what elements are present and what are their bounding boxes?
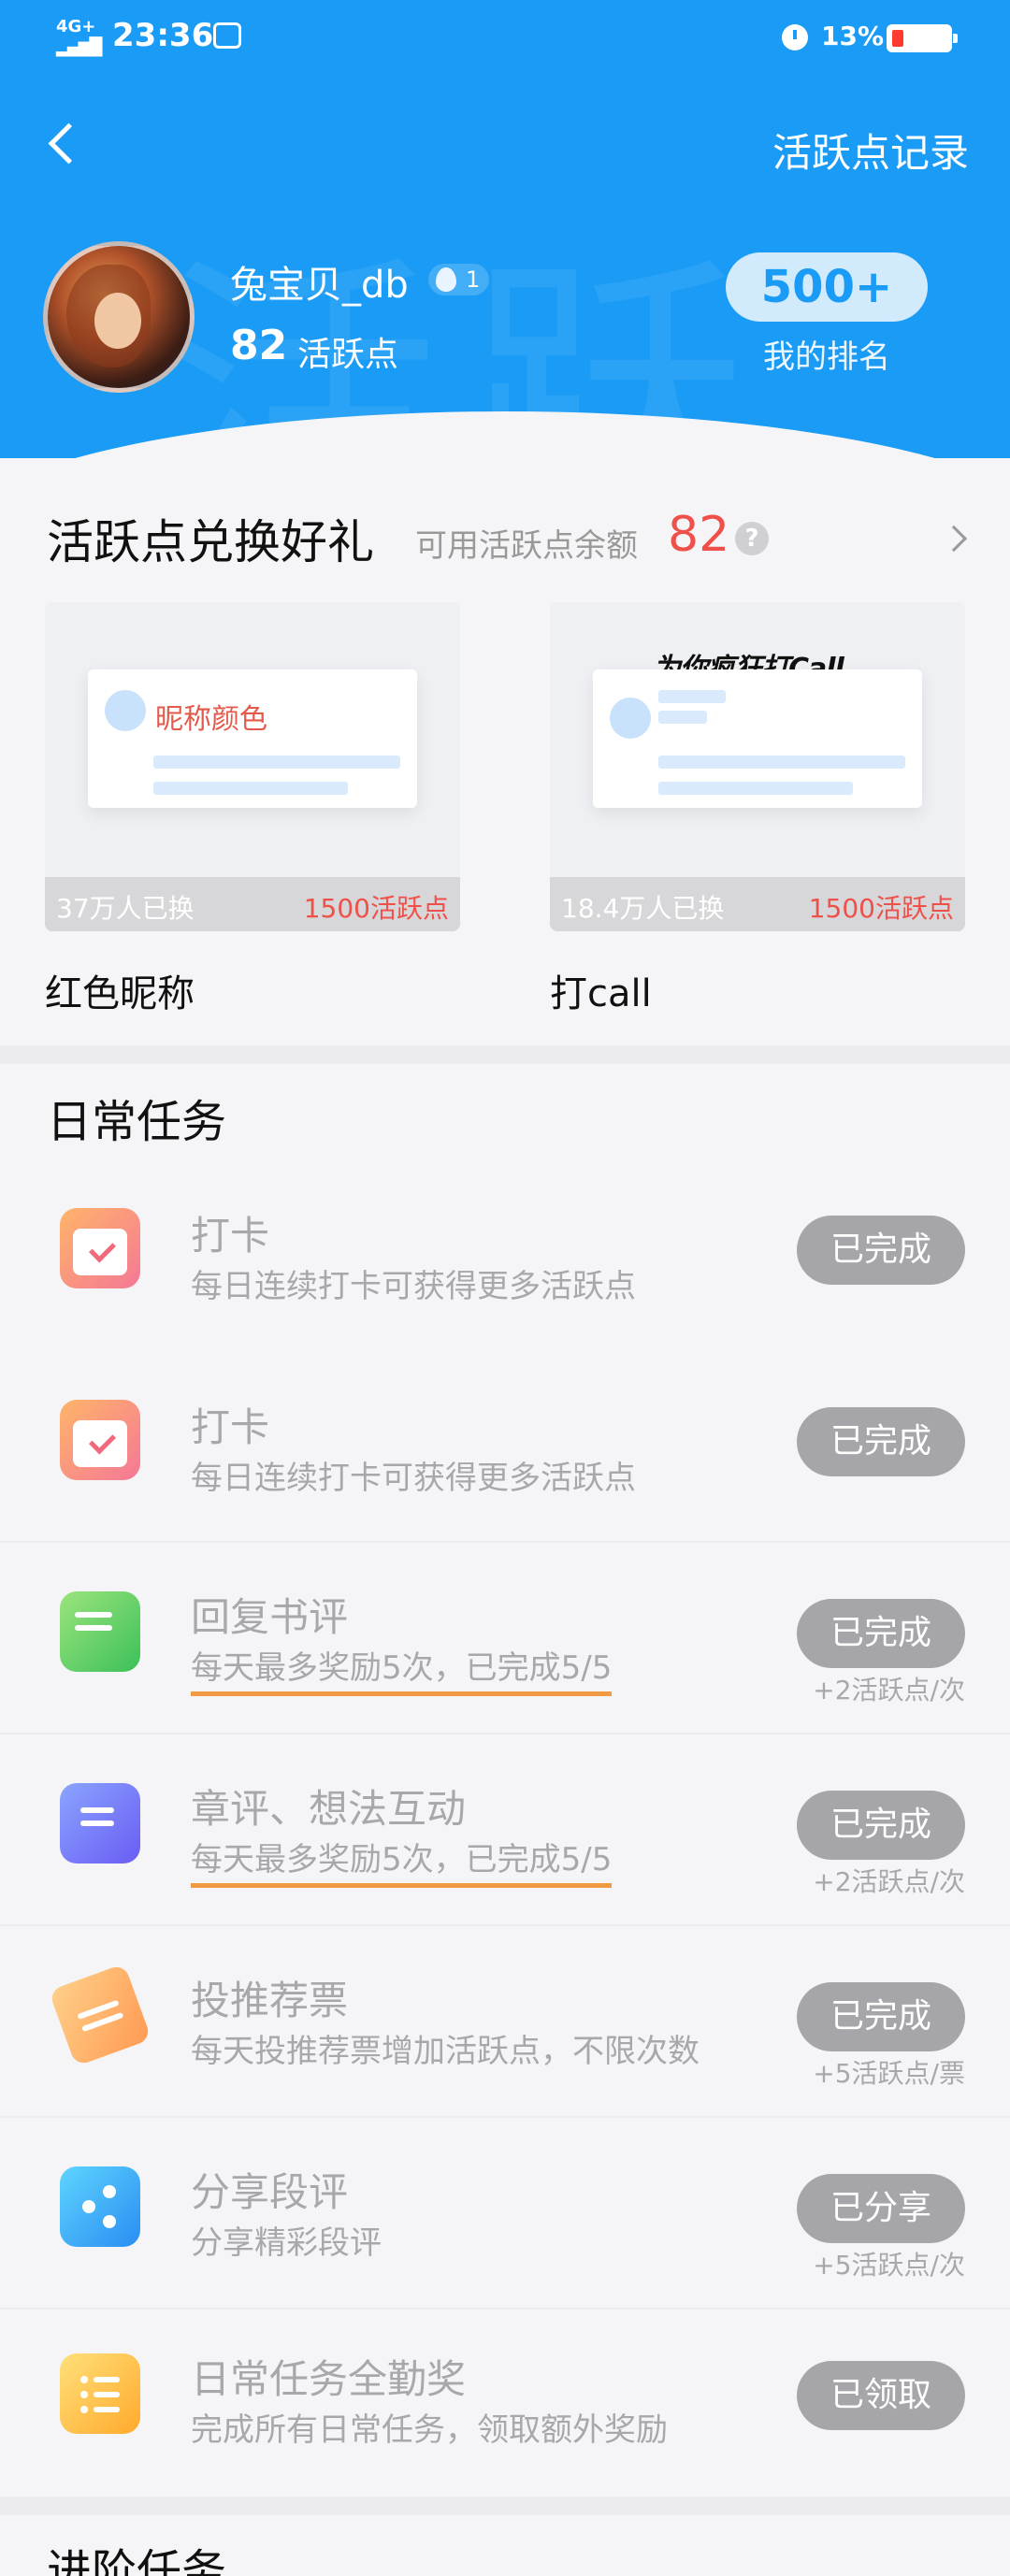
- battery-icon: [887, 24, 958, 52]
- task-subtitle: 每天最多奖励5次，已完成5/5: [191, 1834, 613, 1888]
- task-subtitle: 每天投推荐票增加活跃点，不限次数: [191, 2033, 700, 2070]
- task-row-share-comment: 分享段评 分享精彩段评 已分享 +5活跃点/次: [0, 2118, 1010, 2310]
- task-row-checkin: 打卡 每日连续打卡可获得更多活跃点 已完成: [0, 1159, 1010, 1351]
- network-indicator: 4G+ ▂▄▆█: [56, 17, 102, 57]
- gift-card-red-nickname[interactable]: 昵称颜色 37万人已换 1500活跃点: [45, 602, 460, 931]
- chevron-right-icon[interactable]: [940, 525, 968, 553]
- task-subtitle: 每日连续打卡可获得更多活跃点: [191, 1460, 636, 1497]
- task-title: 分享段评: [191, 2169, 349, 2215]
- task-title: 打卡: [191, 1213, 270, 1259]
- calendar-check-icon: [60, 1400, 140, 1480]
- header: 活跃 4G+ ▂▄▆█ 23:36 13% 活跃点记录 兔宝贝_db 1 82 …: [0, 0, 1010, 458]
- level-badge: 1: [428, 264, 490, 295]
- task-title: 回复书评: [191, 1594, 349, 1640]
- avatar-placeholder-icon: [610, 698, 651, 739]
- activity-record-link[interactable]: 活跃点记录: [772, 122, 969, 179]
- task-status-button[interactable]: 已完成: [797, 1791, 965, 1860]
- avatar-placeholder-icon: [105, 690, 146, 731]
- username: 兔宝贝_db: [230, 264, 409, 307]
- advanced-tasks-title: 进阶任务: [47, 2545, 227, 2576]
- points-value: 82: [230, 322, 288, 369]
- balance-label: 可用活跃点余额: [415, 527, 638, 565]
- gift-footer: 18.4万人已换 1500活跃点: [550, 877, 965, 931]
- task-status-button[interactable]: 已完成: [797, 1982, 965, 2051]
- task-subtitle: 每天最多奖励5次，已完成5/5: [191, 1642, 613, 1696]
- task-row-full-attendance: 日常任务全勤奖 完成所有日常任务，领取额外奖励 已领取: [0, 2305, 1010, 2497]
- level-value: 1: [466, 266, 481, 293]
- ticket-icon: [48, 1963, 152, 2067]
- balance-value: 82: [668, 507, 730, 563]
- flame-icon: [436, 267, 456, 292]
- header-curve: [0, 411, 1010, 458]
- task-reward: +5活跃点/票: [813, 2058, 965, 2089]
- rank-label: 我的排名: [763, 338, 890, 376]
- task-status-button[interactable]: 已完成: [797, 1599, 965, 1668]
- note-icon: [60, 1783, 140, 1864]
- task-subtitle: 分享精彩段评: [191, 2224, 382, 2262]
- task-title: 章评、想法互动: [191, 1786, 467, 1832]
- task-reward: +2活跃点/次: [813, 1675, 965, 1705]
- share-icon: [60, 2166, 140, 2247]
- gift-preview: [593, 669, 922, 808]
- task-title: 投推荐票: [191, 1978, 349, 2023]
- exchange-title: 活跃点兑换好礼: [47, 515, 374, 569]
- task-reward: +5活跃点/次: [813, 2250, 965, 2281]
- task-row-reply-review: 回复书评 每天最多奖励5次，已完成5/5 已完成 +2活跃点/次: [0, 1543, 1010, 1734]
- gift-price: 1500活跃点: [303, 893, 449, 924]
- section-divider: [0, 2497, 1010, 2515]
- task-subtitle: 完成所有日常任务，领取额外奖励: [191, 2411, 668, 2449]
- task-subtitle: 每日连续打卡可获得更多活跃点: [191, 1268, 636, 1305]
- help-icon[interactable]: ?: [735, 522, 769, 555]
- points-label: 活跃点: [297, 336, 399, 374]
- status-time: 23:36: [112, 17, 214, 54]
- avatar[interactable]: [43, 241, 195, 393]
- list-icon: [60, 2353, 140, 2434]
- calendar-check-icon: [60, 1208, 140, 1288]
- app-notification-icon: [213, 22, 241, 49]
- gift-name[interactable]: 打call: [550, 963, 652, 1017]
- task-status-button[interactable]: 已领取: [797, 2361, 965, 2430]
- gift-price: 1500活跃点: [808, 893, 954, 924]
- task-row-checkin: 打卡 每日连续打卡可获得更多活跃点 已完成: [0, 1351, 1010, 1543]
- task-status-button[interactable]: 已完成: [797, 1407, 965, 1476]
- task-status-button[interactable]: 已完成: [797, 1216, 965, 1285]
- status-bar: 4G+ ▂▄▆█ 23:36 13%: [0, 0, 1010, 75]
- gift-redeem-count: 18.4万人已换: [561, 893, 725, 924]
- gift-preview: 昵称颜色: [88, 669, 417, 808]
- alarm-icon: [782, 24, 808, 50]
- back-arrow-icon[interactable]: [41, 112, 88, 178]
- task-status-button[interactable]: 已分享: [797, 2174, 965, 2243]
- task-row-chapter-comment: 章评、想法互动 每天最多奖励5次，已完成5/5 已完成 +2活跃点/次: [0, 1734, 1010, 1926]
- signal-icon: ▂▄▆█: [56, 37, 102, 57]
- gift-card-call[interactable]: 为你疯狂打Call 18.4万人已换 1500活跃点: [550, 602, 965, 931]
- daily-tasks-title: 日常任务: [47, 1096, 227, 1148]
- rank-badge[interactable]: 500+: [726, 252, 928, 322]
- task-title: 打卡: [191, 1404, 270, 1450]
- task-title: 日常任务全勤奖: [191, 2356, 467, 2402]
- chat-bubble-icon: [60, 1591, 140, 1672]
- section-divider: [0, 1045, 1010, 1064]
- gift-footer: 37万人已换 1500活跃点: [45, 877, 460, 931]
- network-type: 4G+: [56, 17, 96, 36]
- gift-redeem-count: 37万人已换: [56, 893, 195, 924]
- gift-name[interactable]: 红色昵称: [45, 963, 195, 1017]
- gift-preview-text: 昵称颜色: [155, 703, 267, 736]
- task-reward: +2活跃点/次: [813, 1866, 965, 1897]
- battery-percent: 13%: [821, 21, 885, 51]
- task-row-recommend-ticket: 投推荐票 每天投推荐票增加活跃点，不限次数 已完成 +5活跃点/票: [0, 1926, 1010, 2118]
